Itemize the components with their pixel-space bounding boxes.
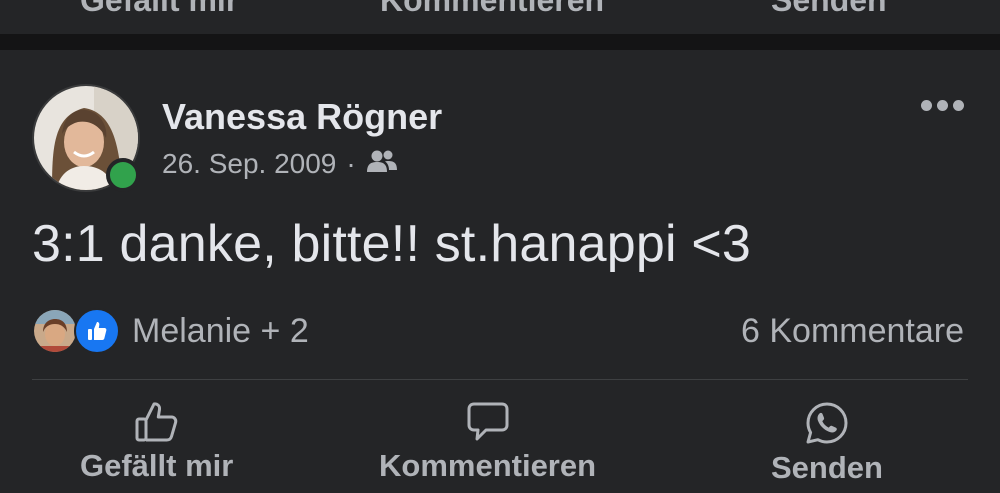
comment-icon [466,400,510,444]
like-icon [74,308,120,354]
author-avatar-wrap[interactable] [32,84,140,192]
comments-count[interactable]: 6 Kommentare [741,312,964,351]
reactor-avatar [32,308,78,354]
author-name[interactable]: Vanessa Rögner [162,96,442,138]
post-card: Vanessa Rögner 26. Sep. 2009 · 3:1 danke… [0,50,1000,493]
reactions-summary[interactable]: Melanie + 2 [32,308,309,354]
post-meta: 26. Sep. 2009 · [162,148,398,180]
like-button-label: Gefällt mir [80,448,234,483]
meta-separator: · [346,148,356,179]
previous-send-button[interactable]: Senden [771,0,887,19]
like-button[interactable]: Gefällt mir [80,400,233,484]
online-status-indicator [106,158,140,192]
comment-button[interactable]: Kommentieren [379,400,596,484]
previous-comment-button[interactable]: Kommentieren [380,0,604,19]
previous-like-button[interactable]: Gefällt mir [80,0,238,19]
send-button-label: Senden [771,450,883,485]
post-separator [0,34,1000,50]
more-options-button[interactable] [921,100,964,111]
friends-icon [366,148,398,180]
more-dot [921,100,932,111]
post-date[interactable]: 26. Sep. 2009 [162,148,336,180]
send-button[interactable]: Senden [771,400,883,486]
whatsapp-icon [804,400,850,446]
thumbs-up-icon [134,400,180,444]
reaction-names: Melanie + 2 [132,311,309,350]
more-dot [953,100,964,111]
post-text: 3:1 danke, bitte!! st.hanappi <3 [32,215,752,273]
previous-post-action-bar: Gefällt mir Kommentieren Senden [0,0,1000,34]
divider [32,379,968,380]
more-dot [937,100,948,111]
feed: Gefällt mir Kommentieren Senden Vanessa … [0,0,1000,493]
comment-button-label: Kommentieren [379,448,597,483]
